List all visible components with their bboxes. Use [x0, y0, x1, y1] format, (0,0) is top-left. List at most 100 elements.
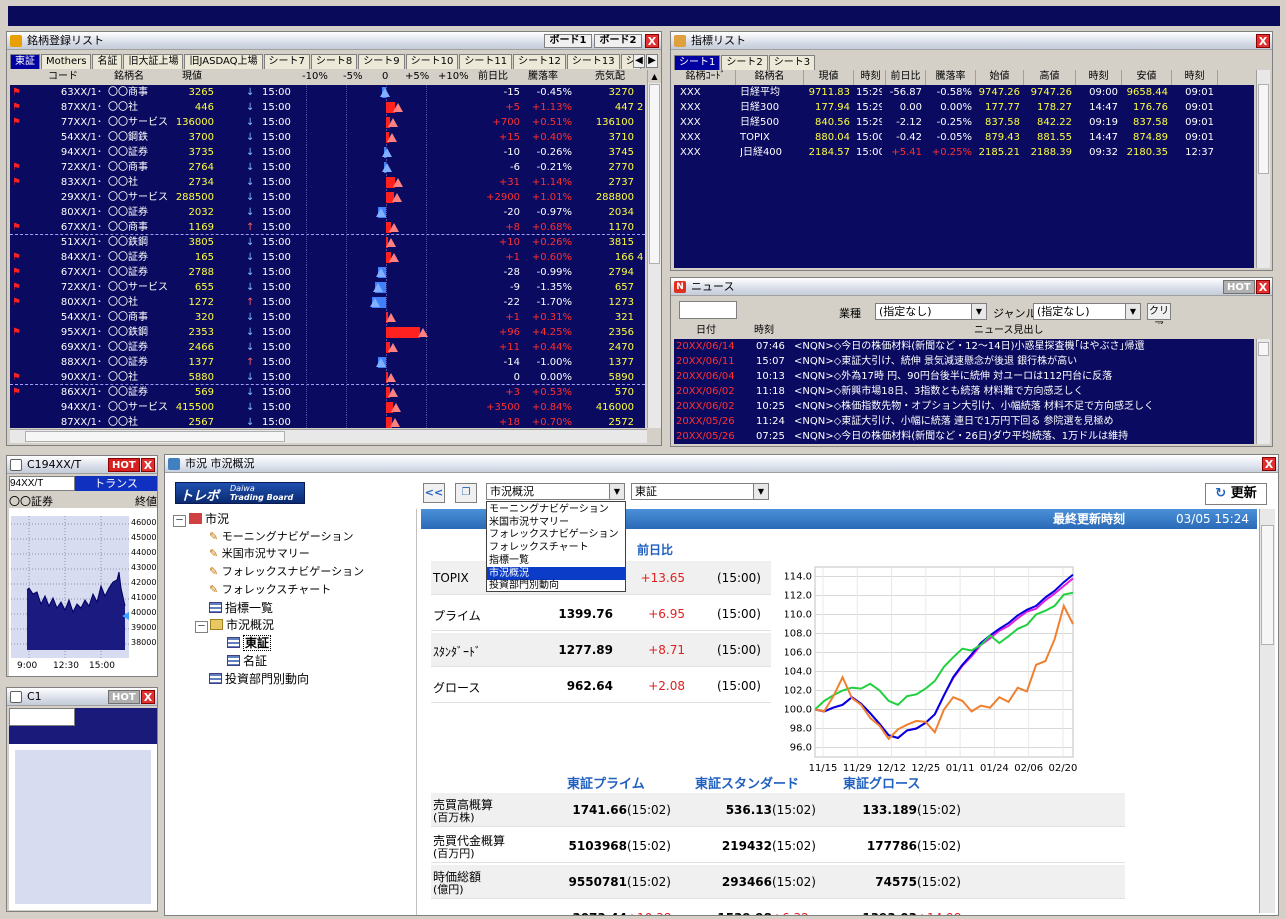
market-titlebar[interactable]: 市況 市況概況 X — [165, 455, 1278, 473]
tree-item-investor[interactable]: 投資部門別動向 — [209, 671, 309, 687]
table-row[interactable]: ⚑ 63XX/1･ 〇〇商事 3265 ↓ 15:00 -15 -0.45% 3270 — [10, 85, 645, 100]
tree-root[interactable]: －市況 — [173, 511, 229, 527]
table-row[interactable]: 94XX/1･ 〇〇証券 3735 ↓ 15:00 -10 -0.26% 3745 — [10, 145, 645, 160]
scroll-thumb[interactable] — [649, 84, 660, 264]
watchlist-titlebar[interactable]: 銘柄登録リスト ボード1 ボード2 X — [7, 32, 661, 50]
table-row[interactable]: 80XX/1･ 〇〇証券 2032 ↓ 15:00 -20 -0.97% 2034 — [10, 205, 645, 220]
page-select[interactable]: 市況概況 ▼ — [486, 483, 625, 500]
col-header-4[interactable]: 前日比 — [886, 70, 926, 85]
indexlist-vscrollbar[interactable] — [1256, 70, 1270, 268]
indexlist-titlebar[interactable]: 指標リスト X — [671, 32, 1272, 50]
col-headline[interactable]: ニュース見出し — [974, 324, 1044, 339]
hot-button[interactable]: HOT — [108, 690, 140, 704]
col-change[interactable]: 前日比 — [478, 70, 508, 85]
table-row[interactable]: ⚑ 84XX/1･ 〇〇証券 165 ↓ 15:00 +1 +0.60% 166 4 — [10, 250, 645, 265]
col-pct[interactable]: 騰落率 — [528, 70, 558, 85]
table-row[interactable]: ⚑ 77XX/1･ 〇〇サービス 136000 ↓ 15:00 +700 +0.51% 1361… — [10, 115, 645, 130]
tab-2[interactable]: 名証 — [92, 54, 123, 69]
table-row[interactable]: ⚑ 72XX/1･ 〇〇商事 2764 ↓ 15:00 -6 -0.21% 2770 — [10, 160, 645, 175]
col-header-8[interactable]: 時刻 — [1076, 70, 1122, 85]
board1-button[interactable]: ボード1 — [544, 34, 592, 48]
dropdown-option[interactable]: 投資部門別動向 — [487, 579, 625, 592]
table-row[interactable]: 51XX/1･ 〇〇鉄鋼 3805 ↓ 15:00 +10 +0.26% 3815 — [10, 235, 645, 250]
tab-sheet-1[interactable]: シート1 — [674, 55, 721, 70]
tab-0[interactable]: 東証 — [10, 54, 40, 69]
table-row[interactable]: XXX 日経平均 9711.83 15:29 -56.87 -0.58% 9747.26 97… — [674, 85, 1254, 100]
watchlist-hscrollbar[interactable] — [10, 429, 647, 443]
table-row[interactable]: XXX J日経400 2184.57 15:00 +5.41 +0.25% 2185.21 2… — [674, 145, 1254, 160]
news-item[interactable]: 20XX/05/26 11:24 <NQN>◇東証大引け、小幅に続落 連日で1万円下… — [674, 414, 1254, 429]
news-titlebar[interactable]: N ニュース HOT X — [671, 278, 1272, 296]
window-icon[interactable]: ❐ — [455, 483, 477, 503]
minichart-name-tab[interactable]: トランス — [75, 476, 157, 491]
dropdown-option[interactable]: 米国市況サマリー — [487, 516, 625, 529]
genre-select[interactable]: (指定なし) ▼ — [1033, 303, 1141, 320]
tree-item-forex-chart[interactable]: ✎ フォレックスチャート — [209, 582, 331, 598]
tab-sheet-2[interactable]: シート2 — [721, 55, 768, 70]
tab-11[interactable]: シート13 — [566, 54, 620, 69]
news-item[interactable]: 20XX/06/02 11:18 <NQN>◇新興市場18日、3指数とも続落 材料難… — [674, 384, 1254, 399]
hot-button[interactable]: HOT — [1223, 280, 1255, 294]
col-header-6[interactable]: 始値 — [976, 70, 1024, 85]
scroll-up-icon[interactable]: ▲ — [648, 70, 661, 83]
scroll-thumb[interactable] — [1258, 342, 1269, 356]
tree-item-index-list[interactable]: 指標一覧 — [209, 600, 273, 616]
col-name[interactable]: 銘柄名 — [114, 70, 144, 85]
table-row[interactable]: ⚑ 80XX/1･ 〇〇社 1272 ↑ 15:00 -22 -1.70% 1273 — [10, 295, 645, 310]
col-time[interactable]: 時刻 — [754, 324, 774, 339]
col-price[interactable]: 現値 — [182, 70, 202, 85]
tree-item-us-summary[interactable]: ✎ 米国市況サマリー — [209, 546, 310, 562]
table-row[interactable]: ⚑ 86XX/1･ 〇〇証券 569 ↓ 15:00 +3 +0.53% 570 — [10, 385, 645, 400]
back-button[interactable]: << — [423, 483, 445, 503]
hscroll-thumb[interactable] — [25, 431, 285, 442]
dropdown-option[interactable]: 指標一覧 — [487, 554, 625, 567]
dropdown-option[interactable]: フォレックスチャート — [487, 541, 625, 554]
table-row[interactable]: 87XX/1･ 〇〇社 2567 ↓ 15:00 +18 +0.70% 2572 — [10, 415, 645, 430]
table-row[interactable]: 54XX/1･ 〇〇商事 320 ↓ 15:00 +1 +0.31% 321 — [10, 310, 645, 325]
tree-item-market-overview[interactable]: －市況概況 — [195, 617, 274, 633]
tab-8[interactable]: シート10 — [405, 54, 459, 69]
news-item[interactable]: 20XX/06/02 10:25 <NQN>◇株価指数先物・オプション大引け、小幅続… — [674, 399, 1254, 414]
table-row[interactable]: 54XX/1･ 〇〇鋼鉄 3700 ↓ 15:00 +15 +0.40% 3710 — [10, 130, 645, 145]
clear-button[interactable]: クリア — [1147, 303, 1171, 332]
c1-code-input[interactable] — [9, 708, 75, 726]
table-row[interactable]: XXX TOPIX 880.04 15:00 -0.42 -0.05% 879.43 881.… — [674, 130, 1254, 145]
tab-1[interactable]: Mothers — [41, 54, 92, 69]
refresh-button[interactable]: ↻ 更新 — [1205, 483, 1267, 505]
close-icon[interactable]: X — [141, 458, 155, 472]
col-code[interactable]: コード — [48, 70, 78, 85]
col-header-5[interactable]: 騰落率 — [926, 70, 976, 85]
scroll-thumb[interactable] — [1258, 84, 1269, 174]
tree-item-meisho[interactable]: 名証 — [227, 653, 267, 669]
dropdown-option[interactable]: モーニングナビゲーション — [487, 503, 625, 516]
tab-7[interactable]: シート9 — [358, 54, 405, 69]
table-row[interactable]: 69XX/1･ 〇〇証券 2466 ↓ 15:00 +11 +0.44% 2470 — [10, 340, 645, 355]
close-icon[interactable]: X — [1256, 280, 1270, 294]
hot-button[interactable]: HOT — [108, 458, 140, 472]
news-item[interactable]: 20XX/05/26 07:25 <NQN>◇今日の株価材料(新聞など・26日)ダウ… — [674, 429, 1254, 444]
news-vscrollbar[interactable] — [1256, 339, 1270, 444]
dropdown-option[interactable]: 市況概況 — [487, 566, 625, 580]
close-icon[interactable]: X — [141, 690, 155, 704]
industry-select[interactable]: (指定なし) ▼ — [875, 303, 987, 320]
board2-button[interactable]: ボード2 — [594, 34, 642, 48]
col-header-3[interactable]: 時刻 — [856, 70, 886, 85]
tab-9[interactable]: シート11 — [459, 54, 513, 69]
close-icon[interactable]: X — [1256, 34, 1270, 48]
table-row[interactable]: ⚑ 67XX/1･ 〇〇証券 2788 ↓ 15:00 -28 -0.99% 2794 — [10, 265, 645, 280]
table-row[interactable]: XXX 日経500 840.56 15:29 -2.12 -0.25% 837.58 842.… — [674, 115, 1254, 130]
tree-item-tosho[interactable]: 東証 — [227, 635, 272, 651]
news-code-input[interactable] — [679, 301, 737, 319]
table-row[interactable]: ⚑ 67XX/1･ 〇〇商事 1169 ↑ 15:00 +8 +0.68% 1170 — [10, 220, 645, 235]
tab-5[interactable]: シート7 — [263, 54, 310, 69]
tab-scroll-left-icon[interactable]: ◀ — [633, 54, 645, 68]
col-header-9[interactable]: 安値 — [1122, 70, 1172, 85]
news-item[interactable]: 20XX/06/04 10:13 <NQN>◇外為17時 円、90円台後半に続伸 対… — [674, 369, 1254, 384]
col-header-10[interactable]: 時刻 — [1172, 70, 1218, 85]
col-header-7[interactable]: 高値 — [1024, 70, 1076, 85]
tree-item-morning[interactable]: ✎ モーニングナビゲーション — [209, 529, 354, 545]
tab-4[interactable]: 旧JASDAQ上場 — [184, 54, 263, 69]
close-icon[interactable]: X — [645, 34, 659, 48]
tree-item-forex-nav[interactable]: ✎ フォレックスナビゲーション — [209, 564, 364, 580]
table-row[interactable]: ⚑ 72XX/1･ 〇〇サービス 655 ↓ 15:00 -9 -1.35% 657 — [10, 280, 645, 295]
